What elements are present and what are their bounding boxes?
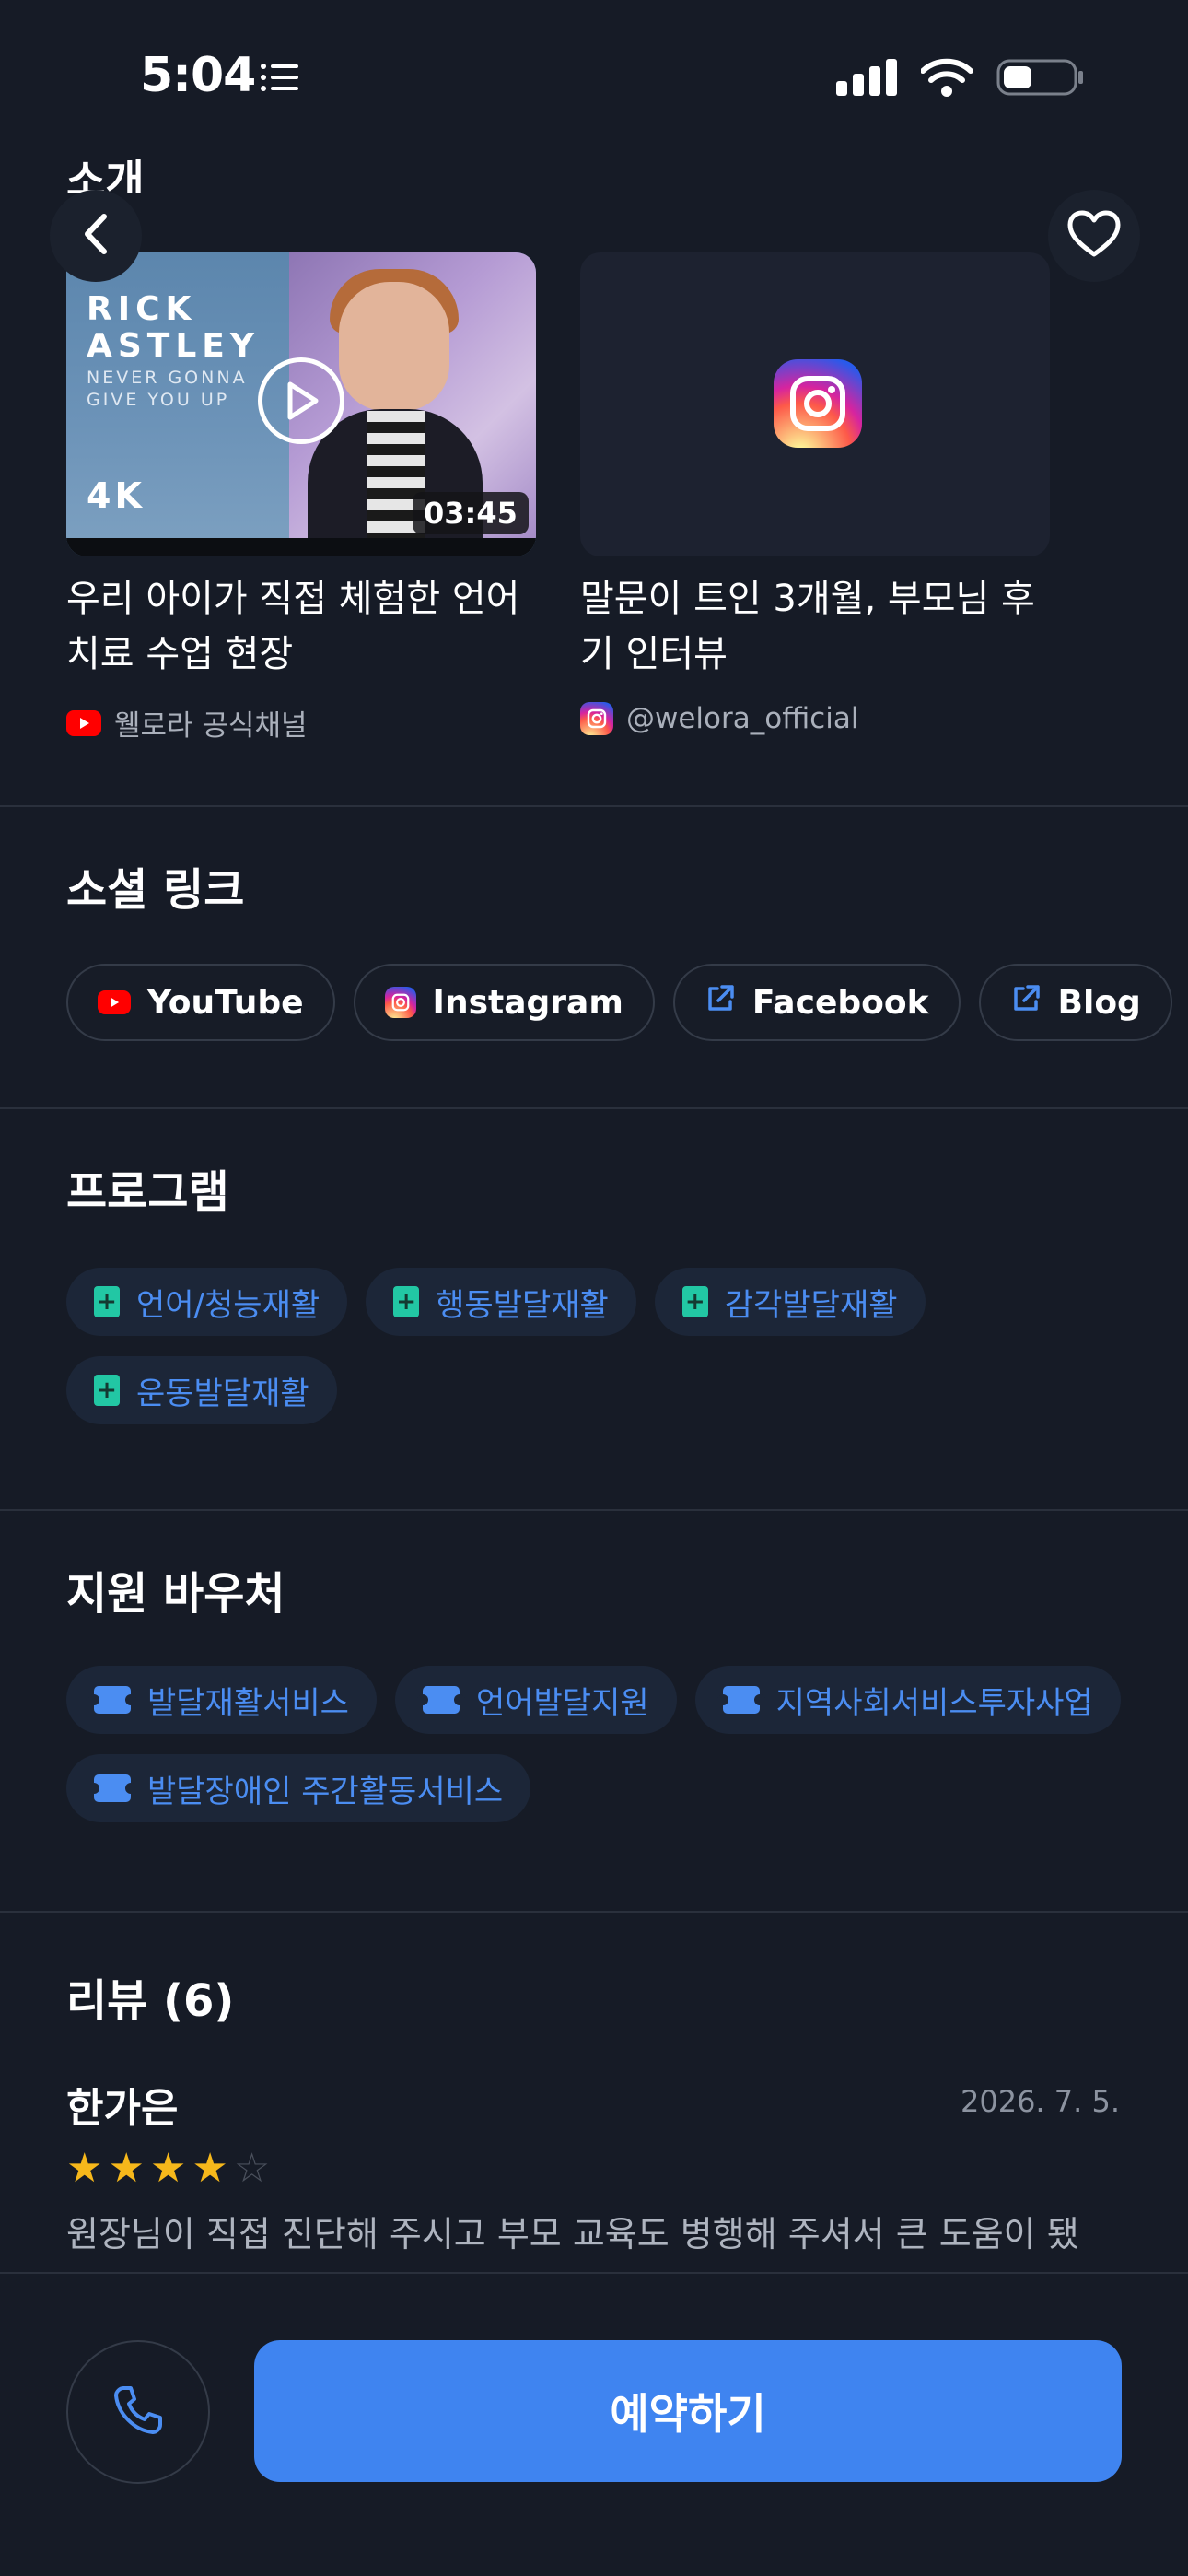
medical-doc-icon: + (94, 1286, 120, 1317)
phone-icon (111, 2383, 166, 2441)
voucher-tag[interactable]: 발달재활서비스 (66, 1666, 377, 1734)
section-title-intro: 소개 (66, 156, 145, 193)
social-link-facebook[interactable]: Facebook (672, 964, 961, 1041)
star-filled-icon: ★ (108, 2145, 145, 2192)
reserve-button[interactable]: 예약하기 (254, 2340, 1122, 2482)
thumbnail-quality: 4K (87, 475, 146, 516)
play-icon[interactable] (258, 357, 344, 444)
section-title-programs: 프로그램 (66, 1166, 229, 1218)
thumbnail-subtitle: NEVER GONNA GIVE YOU UP (87, 368, 248, 410)
social-links: YouTube Instagram Facebook Blog (66, 964, 1172, 1041)
voucher-tag-label: 지역사회서비스투자사업 (775, 1684, 1093, 1722)
video-source-label: 웰로라 공식채널 (114, 709, 308, 743)
divider (0, 1509, 1188, 1511)
back-button[interactable] (50, 190, 142, 282)
divider (0, 1107, 1188, 1109)
program-tag-label: 감각발달재활 (724, 1286, 898, 1324)
program-tag[interactable]: + 운동발달재활 (66, 1356, 337, 1424)
program-tag-label: 언어/청능재활 (136, 1286, 320, 1324)
voucher-tag-label: 발달재활서비스 (147, 1684, 349, 1722)
video-duration: 03:45 (413, 492, 529, 534)
social-link-youtube[interactable]: YouTube (66, 964, 335, 1041)
program-tags: + 언어/청능재활 + 행동발달재활 + 감각발달재활 + 운동발달재활 (66, 1268, 1135, 1424)
video-title[interactable]: 우리 아이가 직접 체험한 언어 치료 수업 현장 (66, 571, 545, 682)
voucher-tag[interactable]: 지역사회서비스투자사업 (694, 1666, 1121, 1734)
star-rating: ★ ★ ★ ★ ☆ (66, 2149, 270, 2189)
battery-icon (996, 57, 1085, 101)
voucher-tag-label: 발달장애인 주간활동서비스 (147, 1773, 504, 1810)
divider (0, 805, 1188, 807)
ticket-icon (88, 1686, 136, 1714)
social-link-label: YouTube (147, 983, 304, 1022)
star-filled-icon: ★ (149, 2145, 187, 2192)
medical-doc-icon: + (94, 1375, 120, 1406)
youtube-icon (66, 709, 101, 736)
star-filled-icon: ★ (66, 2145, 103, 2192)
instagram-icon (580, 702, 613, 735)
medical-doc-icon: + (393, 1286, 420, 1317)
social-link-instagram[interactable]: Instagram (353, 964, 655, 1041)
star-filled-icon: ★ (192, 2145, 228, 2192)
program-tag[interactable]: + 행동발달재활 (366, 1268, 636, 1336)
ticket-icon (88, 1774, 136, 1802)
favorite-button[interactable] (1048, 190, 1140, 282)
instagram-icon (774, 359, 862, 448)
video-source: 웰로라 공식채널 (66, 702, 308, 744)
instagram-icon (384, 987, 416, 1018)
review-date: 2026. 7. 5. (960, 2084, 1120, 2119)
wifi-icon (920, 58, 973, 100)
voucher-tag[interactable]: 발달장애인 주간활동서비스 (66, 1754, 531, 1822)
cellular-signal-icon (836, 59, 897, 100)
reviewer-name: 한가은 (66, 2085, 179, 2132)
divider (0, 1911, 1188, 1913)
call-button[interactable] (66, 2340, 210, 2484)
ticket-icon (416, 1686, 465, 1714)
section-title-social: 소셜 링크 (66, 864, 245, 916)
heart-icon (1067, 210, 1121, 262)
program-tag[interactable]: + 감각발달재활 (654, 1268, 926, 1336)
section-title-vouchers: 지원 바우처 (66, 1568, 285, 1620)
status-time: 5:04 (140, 48, 256, 103)
voucher-tag-label: 언어발달지원 (475, 1684, 649, 1722)
social-link-blog[interactable]: Blog (978, 964, 1172, 1041)
program-tag-label: 운동발달재활 (136, 1375, 309, 1412)
chevron-left-icon (82, 213, 110, 259)
program-tag-label: 행동발달재활 (436, 1286, 609, 1324)
social-link-label: Blog (1057, 983, 1141, 1022)
instagram-post-title[interactable]: 말문이 트인 3개월, 부모님 후기 인터뷰 (580, 571, 1059, 682)
social-link-label: Facebook (751, 983, 929, 1022)
ticket-icon (716, 1686, 765, 1714)
star-empty-icon: ☆ (233, 2145, 271, 2192)
external-link-icon (705, 983, 736, 1023)
review-text[interactable]: 원장님이 직접 진단해 주시고 부모 교육도 병행해 주셔서 큰 도움이 됐 (66, 2207, 1125, 2261)
section-title-reviews[interactable]: 리뷰 (6) (66, 1964, 234, 2029)
list-indicator-icon (260, 63, 300, 96)
instagram-card[interactable] (580, 252, 1050, 556)
video-card[interactable]: RICK ASTLEY NEVER GONNA GIVE YOU UP 4K 0… (66, 252, 536, 556)
instagram-source-label: @welora_official (626, 702, 859, 735)
program-tag[interactable]: + 언어/청능재활 (66, 1268, 348, 1336)
instagram-source: @welora_official (580, 702, 858, 735)
youtube-icon (98, 990, 131, 1014)
voucher-tag[interactable]: 언어발달지원 (394, 1666, 677, 1734)
external-link-icon (1010, 983, 1042, 1023)
thumbnail-title: RICK ASTLEY (87, 290, 260, 365)
medical-doc-icon: + (681, 1286, 708, 1317)
voucher-tags: 발달재활서비스 언어발달지원 지역사회서비스투자사업 발달장애인 주간활동서비스 (66, 1666, 1135, 1822)
social-link-label: Instagram (432, 983, 623, 1022)
